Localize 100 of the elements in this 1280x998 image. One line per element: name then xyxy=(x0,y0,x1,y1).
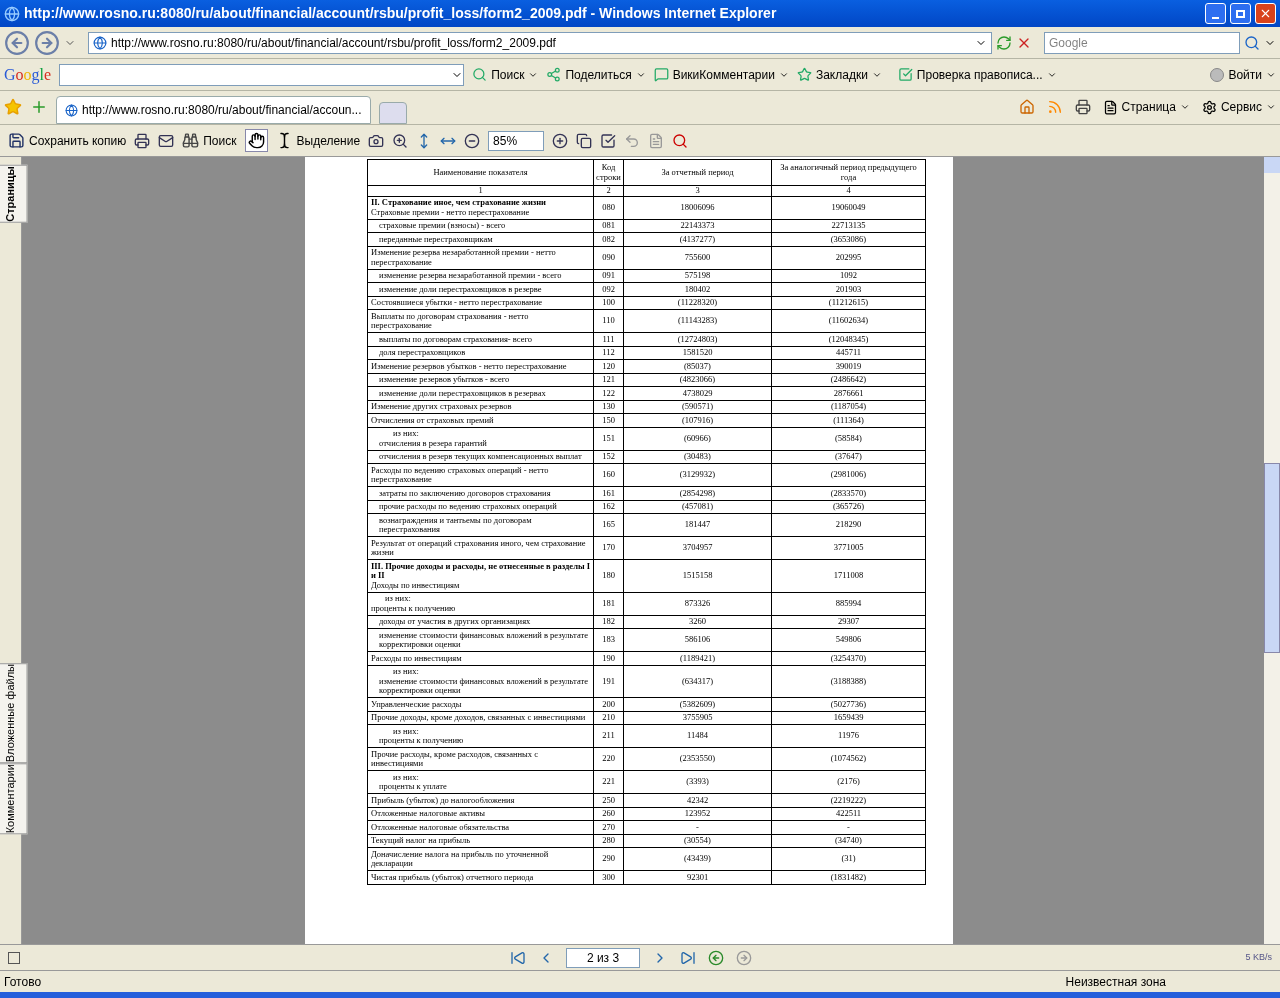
side-tab[interactable]: Вложенные файлы xyxy=(0,662,28,763)
print-icon[interactable] xyxy=(1074,99,1091,115)
caret-icon xyxy=(1179,102,1190,112)
minimize-button[interactable] xyxy=(1205,3,1226,24)
zoom-in-icon[interactable] xyxy=(552,132,569,149)
select-tool-button[interactable]: Выделение xyxy=(275,131,361,150)
spellcheck-icon[interactable] xyxy=(600,132,617,149)
forward-button[interactable] xyxy=(34,29,60,56)
previous-value: (2833570) xyxy=(830,487,867,498)
row-code: 300 xyxy=(602,871,615,882)
row-code: 270 xyxy=(602,821,615,832)
previous-value: (31) xyxy=(841,853,856,864)
document-icon[interactable] xyxy=(648,132,665,149)
back-button[interactable] xyxy=(4,29,30,56)
command-button[interactable]: Страница xyxy=(1102,98,1190,116)
row-code: 260 xyxy=(602,808,615,818)
row-label: доля перестраховщиков xyxy=(379,348,467,358)
network-speed: 5 KB/s xyxy=(1245,950,1272,964)
email-icon[interactable] xyxy=(158,132,175,149)
row-code: 181 xyxy=(602,597,615,608)
forward-view-icon[interactable] xyxy=(736,949,752,966)
row-note: из них: xyxy=(384,594,412,604)
caret-icon xyxy=(1266,102,1276,112)
zoom-field[interactable]: 85% xyxy=(488,130,545,151)
search-field[interactable]: Google xyxy=(1044,31,1240,54)
row-code: 130 xyxy=(602,401,615,411)
row-code: 152 xyxy=(602,451,615,461)
column-header: Код строки xyxy=(596,162,621,182)
search-icon[interactable] xyxy=(672,132,689,149)
maximize-button[interactable] xyxy=(1230,3,1251,24)
row-label: отчисления в резерв текущих компенсационных выплат xyxy=(379,452,583,462)
row-label: Отложенные налоговые обязательства xyxy=(371,822,511,832)
address-field[interactable]: http://www.rosno.ru:8080/ru/about/financial/account/rsbu/profit_loss/form2_2009.pdf xyxy=(88,31,992,54)
last-page-icon[interactable] xyxy=(680,949,696,966)
side-tab[interactable]: Страницы xyxy=(0,165,28,223)
toolbar-button[interactable]: ВикиКомментарии xyxy=(653,65,789,84)
current-value: 42342 xyxy=(686,794,709,805)
row-code: 200 xyxy=(602,698,615,709)
current-value: 3704957 xyxy=(682,542,713,553)
current-value: (4823066) xyxy=(679,374,716,384)
home-icon[interactable] xyxy=(1018,99,1035,115)
current-value: 18006096 xyxy=(680,201,715,212)
search-icon xyxy=(472,67,488,82)
print-icon[interactable] xyxy=(134,132,151,149)
row-label: переданные перестраховщикам xyxy=(379,234,494,244)
close-button[interactable] xyxy=(1255,3,1276,24)
refresh-icon[interactable] xyxy=(996,34,1012,51)
previous-value: 885994 xyxy=(835,597,862,608)
current-value: (11143283) xyxy=(678,315,717,326)
command-button[interactable]: Сервис xyxy=(1201,98,1276,116)
toolbar-button[interactable]: Поиск xyxy=(472,65,539,84)
hand-tool-button[interactable] xyxy=(244,129,268,152)
current-value: (5382609) xyxy=(679,698,716,709)
toolbar-button[interactable]: Поделиться xyxy=(546,65,646,84)
side-tab[interactable]: Комментарии xyxy=(0,762,28,835)
back-view-icon[interactable] xyxy=(708,949,724,966)
row-label: Результат от операций страхования иного, чем страхование жизни xyxy=(371,538,587,558)
zoom-in-icon[interactable] xyxy=(392,132,409,149)
previous-value: (2219222) xyxy=(830,794,867,805)
toolbar-button[interactable]: Войти xyxy=(1210,65,1276,84)
vertical-scrollbar[interactable] xyxy=(1264,157,1280,944)
current-value: (590571) xyxy=(681,401,714,411)
previous-value: (11212615) xyxy=(828,297,869,307)
column-number: 2 xyxy=(606,185,611,195)
pages-icon[interactable] xyxy=(576,132,593,149)
toolbar-button[interactable]: Проверка правописа... xyxy=(897,65,1057,84)
zoom-out-icon[interactable] xyxy=(464,132,481,149)
column-header: За отчетный период xyxy=(661,166,734,177)
google-search-field[interactable] xyxy=(59,63,465,86)
search-icon[interactable] xyxy=(1244,34,1260,51)
previous-value: (37647) xyxy=(835,451,862,461)
previous-value: 19060049 xyxy=(831,201,866,212)
snapshot-icon[interactable] xyxy=(368,132,385,149)
previous-value: (12048345) xyxy=(828,333,869,344)
current-value: 181447 xyxy=(684,519,711,530)
search-button[interactable]: Поиск xyxy=(182,131,237,150)
current-value: 3260 xyxy=(689,616,706,626)
first-page-icon[interactable] xyxy=(510,949,526,966)
browser-tab[interactable]: http://www.rosno.ru:8080/ru/about/financial/accoun... xyxy=(56,96,371,124)
current-value: (85037) xyxy=(684,360,711,371)
row-label: проценты к получению xyxy=(371,603,457,613)
row-code: 081 xyxy=(602,220,615,230)
toolbar-button[interactable]: Закладки xyxy=(796,65,882,84)
row-label: Отчисления от страховых премий xyxy=(371,415,495,425)
section-heading: II. Страхование иное, чем страхование жизни xyxy=(371,198,547,208)
current-value: 92301 xyxy=(686,871,709,882)
row-code: 180 xyxy=(602,570,615,580)
row-code: 100 xyxy=(602,297,615,307)
current-value: (634317) xyxy=(681,675,714,686)
panel-toggle-icon[interactable] xyxy=(8,951,20,964)
row-code: 161 xyxy=(602,487,615,498)
row-label: Состоявшиеся убытки - нетто перестрахование xyxy=(371,298,543,308)
page-field[interactable]: 2 из 3 xyxy=(566,947,640,968)
column-number: 1 xyxy=(478,185,483,195)
row-label: Страховые премии - нетто перестрахование xyxy=(371,207,531,217)
row-label: Управленческие расходы xyxy=(371,699,463,709)
row-code: 191 xyxy=(602,675,615,686)
row-note: из них: xyxy=(392,772,420,782)
save-copy-button[interactable]: Сохранить копию xyxy=(8,131,127,150)
current-value: (30554) xyxy=(684,835,711,845)
